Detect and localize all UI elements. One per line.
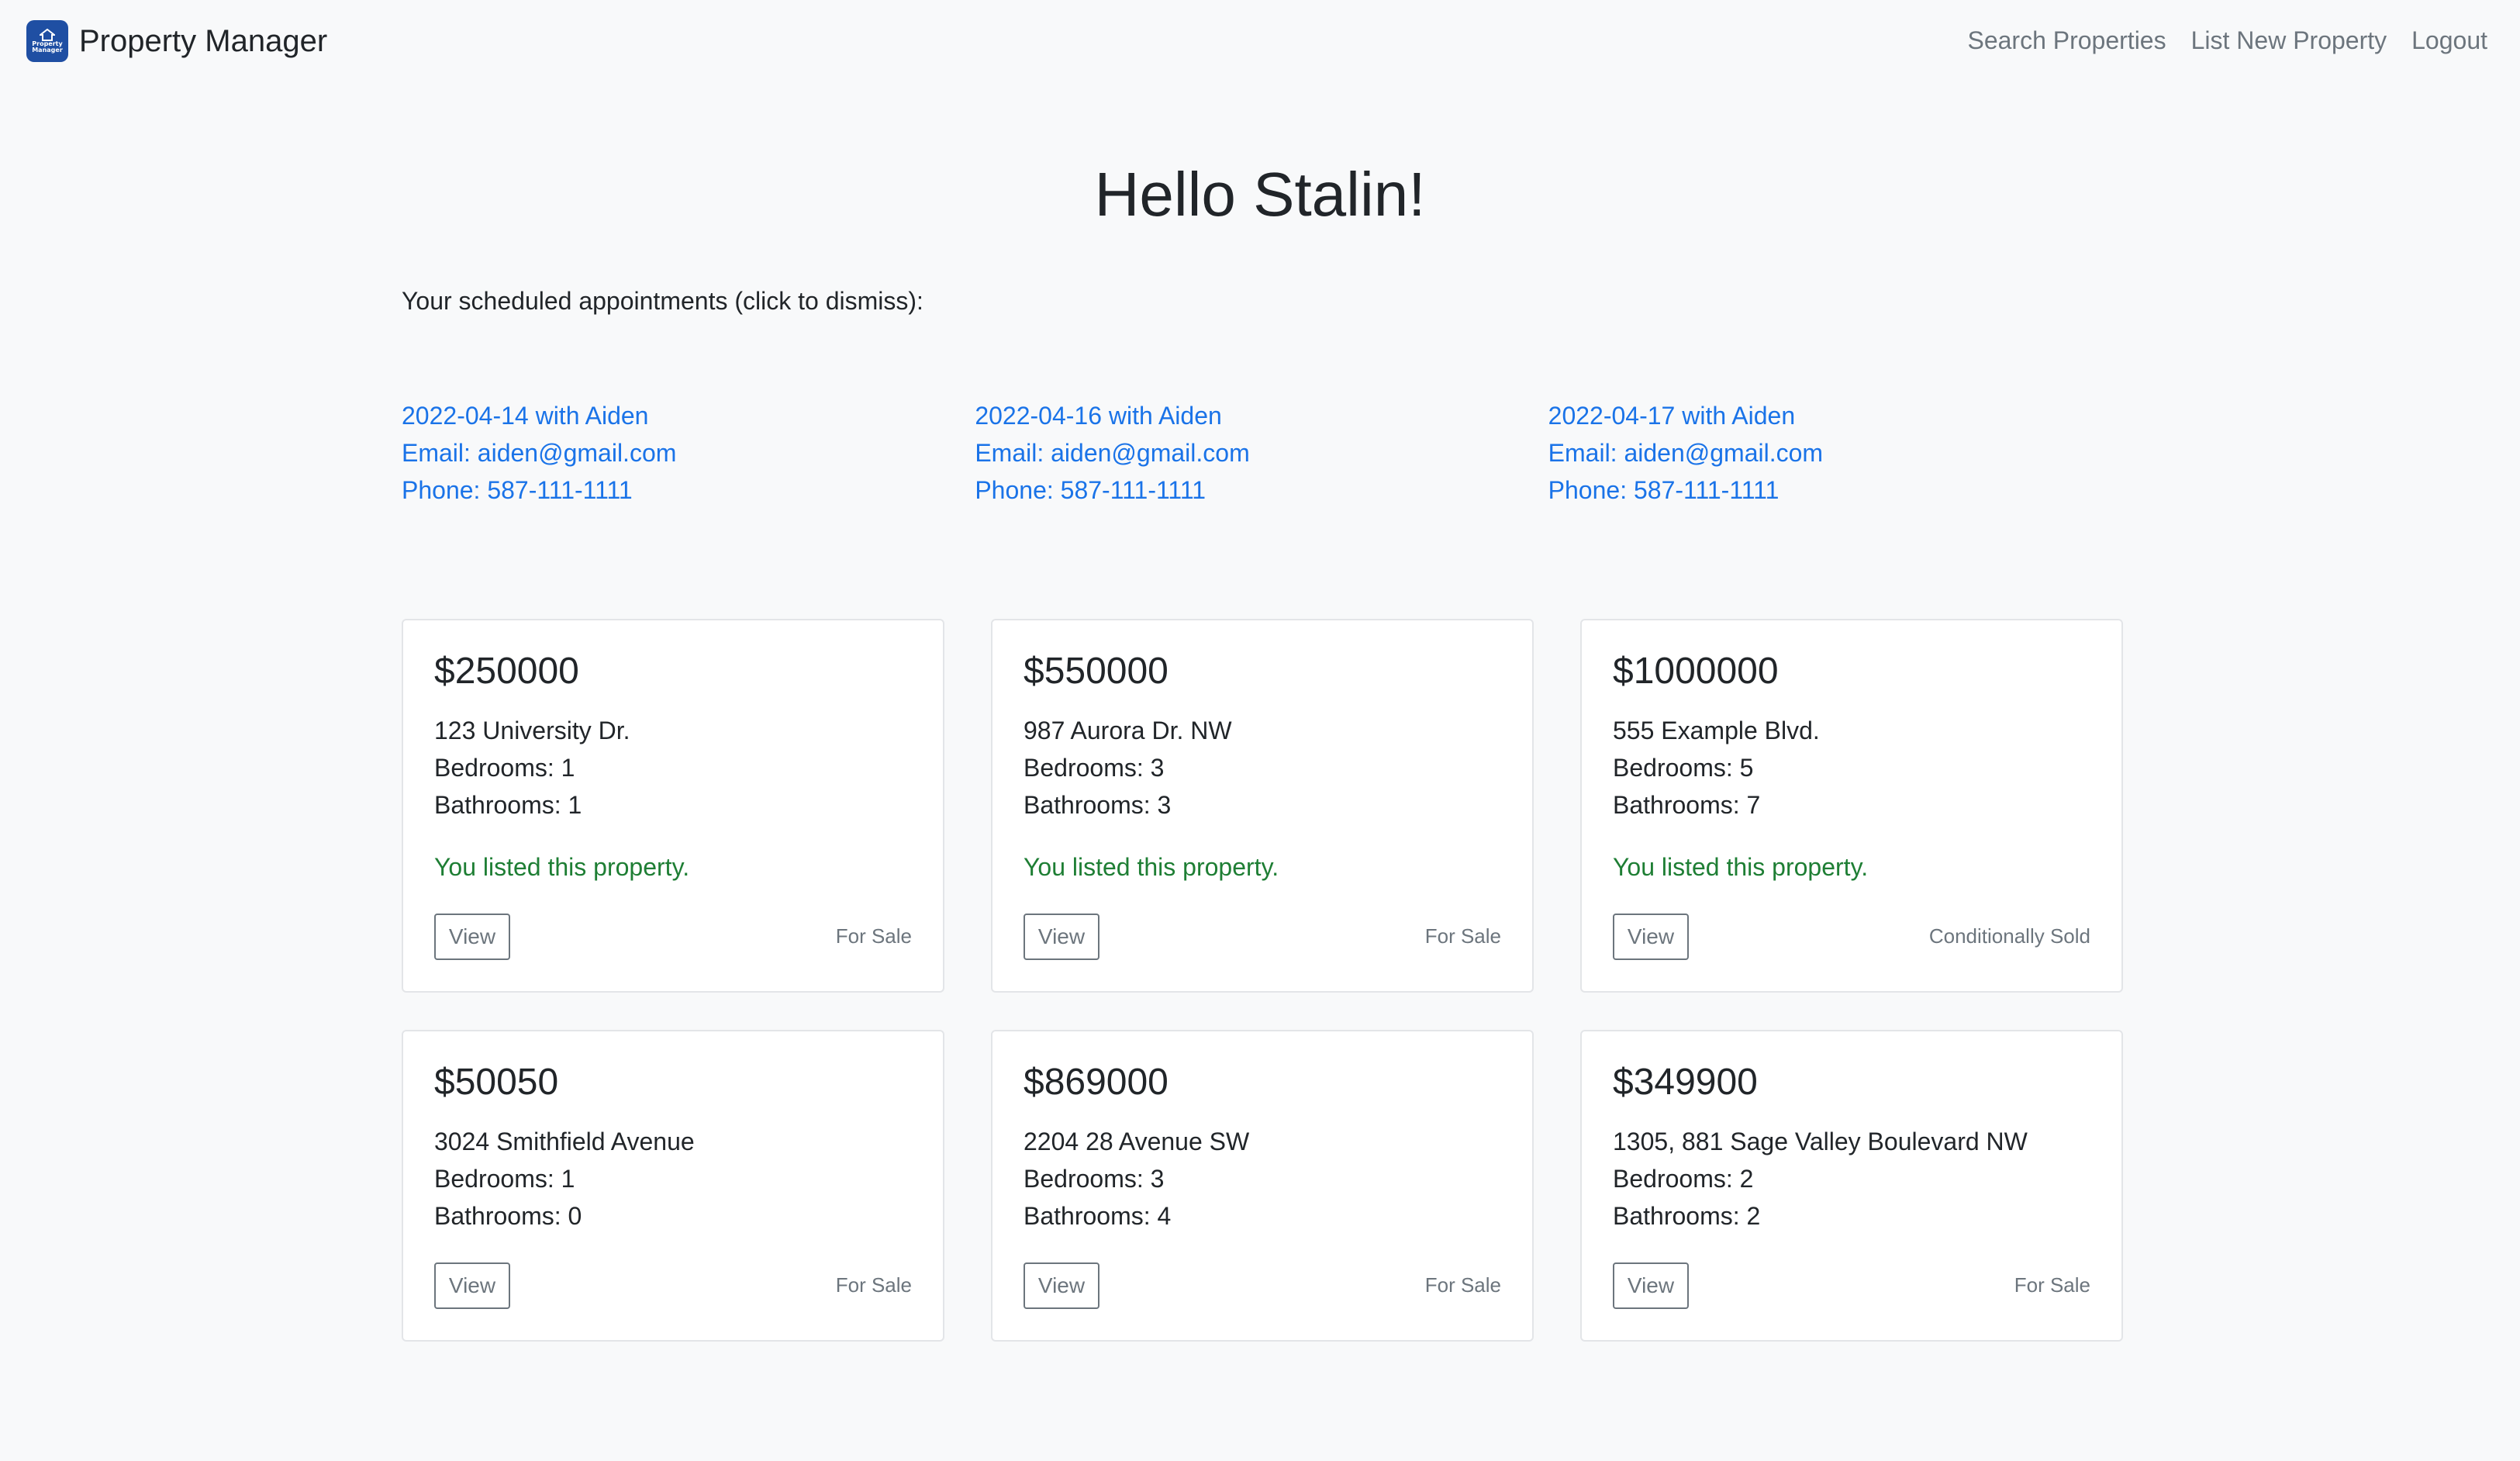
property-address: 987 Aurora Dr. NW xyxy=(1024,717,1232,744)
property-price: $50050 xyxy=(434,1062,559,1103)
appointments-intro: Your scheduled appointments (click to di… xyxy=(402,287,923,315)
page-title: Hello Stalin! xyxy=(1094,160,1426,229)
property-card: $550000 987 Aurora Dr. NW Bedrooms: 3 Ba… xyxy=(991,619,1534,993)
view-button[interactable]: View xyxy=(434,1262,510,1309)
property-price: $869000 xyxy=(1024,1062,1169,1103)
property-price: $1000000 xyxy=(1613,651,1779,692)
appointment-email: Email: aiden@gmail.com xyxy=(1548,439,1824,467)
appointment-phone: Phone: 587-111-1111 xyxy=(975,476,1206,504)
property-bathrooms: Bathrooms: 1 xyxy=(434,791,582,819)
property-card: $869000 2204 28 Avenue SW Bedrooms: 3 Ba… xyxy=(991,1030,1534,1342)
property-price: $550000 xyxy=(1024,651,1169,692)
property-status: For Sale xyxy=(2014,1273,2090,1297)
view-button[interactable]: View xyxy=(434,914,510,960)
listed-by-you-note: You listed this property. xyxy=(1024,853,1279,881)
brand-name: Property Manager xyxy=(79,23,328,58)
property-bathrooms: Bathrooms: 3 xyxy=(1024,791,1172,819)
nav-list-new-property[interactable]: List New Property xyxy=(2191,26,2387,55)
appointment-title: 2022-04-17 with Aiden xyxy=(1548,402,1796,430)
logo-text-2: Manager xyxy=(32,47,63,54)
property-manager-logo-icon: Property Manager xyxy=(26,20,68,62)
view-button[interactable]: View xyxy=(1613,1262,1689,1309)
appointment-email: Email: aiden@gmail.com xyxy=(975,439,1250,467)
property-bathrooms: Bathrooms: 4 xyxy=(1024,1202,1172,1230)
property-address: 555 Example Blvd. xyxy=(1613,717,1820,744)
property-status: Conditionally Sold xyxy=(1928,924,2090,948)
property-card: $250000 123 University Dr. Bedrooms: 1 B… xyxy=(402,619,944,993)
property-address: 1305, 881 Sage Valley Boulevard NW xyxy=(1613,1128,2028,1155)
view-button[interactable]: View xyxy=(1613,914,1689,960)
property-status: For Sale xyxy=(835,924,912,948)
appointments-list: 2022-04-14 with Aiden Email: aiden@gmail… xyxy=(402,397,2121,509)
property-card: $50050 3024 Smithfield Avenue Bedrooms: … xyxy=(402,1030,944,1342)
house-icon xyxy=(40,29,55,41)
appointment-email: Email: aiden@gmail.com xyxy=(402,439,677,467)
property-bedrooms: Bedrooms: 1 xyxy=(434,754,575,782)
appointment-phone: Phone: 587-111-1111 xyxy=(1548,476,1780,504)
property-bedrooms: Bedrooms: 2 xyxy=(1613,1165,1754,1193)
nav-logout[interactable]: Logout xyxy=(2411,26,2487,55)
property-bathrooms: Bathrooms: 7 xyxy=(1613,791,1761,819)
property-price: $250000 xyxy=(434,651,579,692)
property-price: $349900 xyxy=(1613,1062,1758,1103)
view-button[interactable]: View xyxy=(1024,1262,1099,1309)
property-bedrooms: Bedrooms: 3 xyxy=(1024,754,1165,782)
property-bathrooms: Bathrooms: 2 xyxy=(1613,1202,1761,1230)
property-address: 3024 Smithfield Avenue xyxy=(434,1128,695,1155)
property-bedrooms: Bedrooms: 5 xyxy=(1613,754,1754,782)
bottom-edge xyxy=(0,1453,2520,1461)
property-status: For Sale xyxy=(1424,1273,1501,1297)
appointment-item[interactable]: 2022-04-16 with Aiden Email: aiden@gmail… xyxy=(975,397,1548,509)
property-bathrooms: Bathrooms: 0 xyxy=(434,1202,582,1230)
appointment-item[interactable]: 2022-04-14 with Aiden Email: aiden@gmail… xyxy=(402,397,975,509)
property-status: For Sale xyxy=(835,1273,912,1297)
appointment-title: 2022-04-16 with Aiden xyxy=(975,402,1222,430)
appointment-title: 2022-04-14 with Aiden xyxy=(402,402,649,430)
navbar: Property Manager Property Manager Search… xyxy=(0,0,2520,85)
property-bedrooms: Bedrooms: 1 xyxy=(434,1165,575,1193)
page: Property Manager Property Manager Search… xyxy=(0,0,2520,1461)
property-status: For Sale xyxy=(1424,924,1501,948)
brand-link[interactable]: Property Manager Property Manager xyxy=(26,20,327,62)
property-address: 2204 28 Avenue SW xyxy=(1024,1128,1250,1155)
property-bedrooms: Bedrooms: 3 xyxy=(1024,1165,1165,1193)
property-card: $1000000 555 Example Blvd. Bedrooms: 5 B… xyxy=(1580,619,2123,993)
property-card: $349900 1305, 881 Sage Valley Boulevard … xyxy=(1580,1030,2123,1342)
nav-links: Search Properties List New Property Logo… xyxy=(1967,26,2487,55)
view-button[interactable]: View xyxy=(1024,914,1099,960)
listed-by-you-note: You listed this property. xyxy=(434,853,690,881)
appointment-item[interactable]: 2022-04-17 with Aiden Email: aiden@gmail… xyxy=(1548,397,2121,509)
appointment-phone: Phone: 587-111-1111 xyxy=(402,476,633,504)
listed-by-you-note: You listed this property. xyxy=(1613,853,1869,881)
property-address: 123 University Dr. xyxy=(434,717,630,744)
nav-search-properties[interactable]: Search Properties xyxy=(1967,26,2166,55)
